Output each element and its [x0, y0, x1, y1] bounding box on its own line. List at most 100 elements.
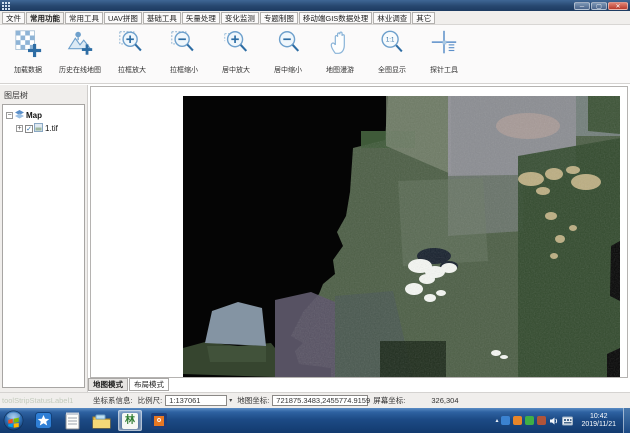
center-zoom-in-icon — [221, 28, 251, 63]
box-zoom-out-button[interactable]: 拉框缩小 — [158, 27, 210, 75]
toolbar-button-label: 拉框放大 — [118, 65, 146, 75]
center-zoom-out-button[interactable]: 居中缩小 — [262, 27, 314, 75]
toolbar-button-label: 拉框缩小 — [170, 65, 198, 75]
layer-panel-title: 图层树 — [0, 85, 87, 101]
probe-tool-button[interactable]: 探针工具 — [418, 27, 470, 75]
tab-mobile-gis-data[interactable]: 移动端GIS数据处理 — [299, 12, 372, 24]
taskbar-app-capture[interactable]: o — [147, 410, 171, 431]
expand-icon[interactable]: + — [16, 125, 23, 132]
volume-icon[interactable] — [549, 416, 559, 426]
tab-common-tools[interactable]: 常用工具 — [65, 12, 103, 24]
tab-layout-mode[interactable]: 布局模式 — [129, 378, 169, 391]
layer-panel: 图层树 − Map + ✓ 1.tif — [0, 85, 88, 392]
app-logo-icon — [2, 2, 10, 10]
load-data-button[interactable]: 加载数据 — [2, 27, 54, 75]
crs-info-label: 坐标系信息: — [93, 395, 133, 406]
toolbar-button-label: 全图显示 — [378, 65, 406, 75]
star-app-icon — [35, 412, 52, 429]
map-node-icon — [15, 110, 24, 121]
center-zoom-in-button[interactable]: 居中放大 — [210, 27, 262, 75]
center-zoom-out-icon — [273, 28, 303, 63]
status-bar: toolStripStatusLabel1 坐标系信息: 比例尺: 1:1370… — [0, 392, 630, 408]
status-placeholder-label: toolStripStatusLabel1 — [2, 396, 88, 405]
tab-basic-tools[interactable]: 基础工具 — [143, 12, 181, 24]
map-node-label: Map — [26, 111, 42, 120]
taskbar-app-star[interactable] — [31, 410, 55, 431]
app-window: { "window": { "controls": { "minimize": … — [0, 0, 630, 433]
window-controls: ─ ▢ ✕ — [574, 2, 628, 10]
taskbar-app-explorer[interactable] — [89, 410, 113, 431]
full-extent-button[interactable]: 1:1 全图显示 — [366, 27, 418, 75]
o-app-icon: o — [151, 413, 167, 429]
layer-tree: − Map + ✓ 1.tif — [2, 104, 85, 388]
box-zoom-in-icon — [117, 28, 147, 63]
forestry-app-icon: 林 — [122, 413, 138, 429]
taskbar-clock[interactable]: 10:42 2019/11/21 — [581, 413, 616, 429]
pan-hand-icon — [325, 28, 355, 63]
toolbar-button-label: 地图漫游 — [326, 65, 354, 75]
toolbar-button-label: 探针工具 — [430, 65, 458, 75]
raster-layer-icon — [34, 123, 43, 134]
notepad-icon — [65, 412, 80, 430]
screen-coordinate-value: 326,304 — [431, 396, 458, 405]
full-extent-icon: 1:1 — [377, 28, 407, 63]
tab-file[interactable]: 文件 — [2, 12, 25, 24]
map-coordinate-value: 721875.3483,2455774.9159 — [272, 395, 368, 406]
scale-dropdown-icon[interactable]: ▾ — [229, 397, 232, 404]
tray-red-app-icon[interactable] — [537, 416, 546, 425]
probe-tool-icon — [429, 28, 459, 63]
box-zoom-out-icon — [169, 28, 199, 63]
taskbar-app-notepad[interactable] — [60, 410, 84, 431]
maximize-button[interactable]: ▢ — [591, 2, 607, 10]
minimize-button[interactable]: ─ — [574, 2, 590, 10]
pan-button[interactable]: 地图漫游 — [314, 27, 366, 75]
menu-tab-row: 文件 常用功能 常用工具 UAV拼图 基础工具 矢量处理 变化监测 专题制图 移… — [0, 11, 630, 25]
show-desktop-button[interactable] — [623, 408, 630, 433]
toolbar-button-label: 历史在线地图 — [59, 65, 101, 75]
full-extent-icon-text: 1:1 — [386, 37, 395, 44]
tray-orange-app-icon[interactable] — [513, 416, 522, 425]
windows-taskbar: 林 o ▴ 10:42 2019/11/21 — [0, 408, 630, 433]
history-online-map-icon — [65, 28, 95, 63]
tree-node-layer[interactable]: + ✓ 1.tif — [6, 122, 84, 135]
toolbar-button-label: 加载数据 — [14, 65, 42, 75]
tab-uav-mosaic[interactable]: UAV拼图 — [104, 12, 142, 24]
folder-icon — [92, 413, 111, 429]
tab-other[interactable]: 其它 — [412, 12, 435, 24]
screen-coordinate-label: 屏幕坐标: — [373, 395, 405, 406]
clock-time: 10:42 — [581, 413, 616, 421]
view-mode-tabs: 地图模式 布局模式 — [88, 378, 170, 392]
map-view[interactable] — [90, 86, 628, 378]
toolbar-button-label: 居中放大 — [222, 65, 250, 75]
satellite-imagery — [183, 96, 620, 377]
tray-expand-icon[interactable]: ▴ — [495, 417, 498, 424]
load-data-icon — [13, 28, 43, 63]
tab-change-detection[interactable]: 变化监测 — [221, 12, 259, 24]
box-zoom-in-button[interactable]: 拉框放大 — [106, 27, 158, 75]
tab-map-mode[interactable]: 地图模式 — [88, 378, 128, 391]
start-button[interactable] — [3, 410, 24, 431]
tab-forestry-survey[interactable]: 林业调查 — [373, 12, 411, 24]
taskbar-apps: 林 o — [31, 410, 171, 431]
tray-green-shield-icon[interactable] — [525, 416, 534, 425]
map-coordinate-label: 地图坐标: — [237, 395, 269, 406]
close-button[interactable]: ✕ — [608, 2, 628, 10]
tree-node-map[interactable]: − Map — [6, 109, 84, 122]
toolbar-button-label: 居中缩小 — [274, 65, 302, 75]
ime-language-icon[interactable] — [562, 416, 573, 426]
tab-vector-processing[interactable]: 矢量处理 — [182, 12, 220, 24]
main-toolbar: 加载数据 历史在线地图 拉框放大 拉框缩小 — [0, 25, 630, 84]
tab-thematic-mapping[interactable]: 专题制图 — [260, 12, 298, 24]
layer-visibility-checkbox[interactable]: ✓ — [25, 125, 33, 133]
system-tray: ▴ 10:42 2019/11/21 — [495, 408, 630, 433]
scale-label: 比例尺: — [138, 395, 163, 406]
tab-common-functions[interactable]: 常用功能 — [26, 12, 64, 24]
tray-blue-app-icon[interactable] — [501, 416, 510, 425]
history-online-map-button[interactable]: 历史在线地图 — [54, 27, 106, 75]
collapse-icon[interactable]: − — [6, 112, 13, 119]
taskbar-app-forestry-gis[interactable]: 林 — [118, 410, 142, 431]
layer-node-label: 1.tif — [45, 124, 58, 133]
scale-combobox[interactable]: 1:137061 — [165, 395, 227, 406]
clock-date: 2019/11/21 — [581, 421, 616, 429]
title-bar: ─ ▢ ✕ — [0, 0, 630, 11]
